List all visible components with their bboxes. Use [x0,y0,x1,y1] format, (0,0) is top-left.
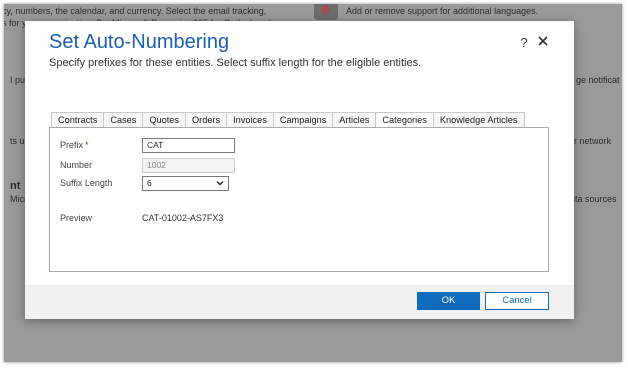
tab-quotes[interactable]: Quotes [142,112,186,127]
dialog-footer: OK Cancel [25,285,574,319]
tab-knowledge-articles[interactable]: Knowledge Articles [432,112,525,127]
chevron-down-icon [216,181,224,186]
suffix-length-select[interactable]: 6 [142,176,229,191]
prefix-label: Prefix * [60,140,89,150]
tab-cases[interactable]: Cases [103,112,144,127]
dialog-subtitle: Specify prefixes for these entities. Sel… [49,57,422,69]
background-tile-icon [314,4,338,20]
cancel-button[interactable]: Cancel [485,292,549,310]
background-text: ata sources [570,194,617,204]
auto-numbering-dialog: Set Auto-Numbering Specify prefixes for … [25,21,574,319]
tab-panel: Prefix * CAT Number 1002 Suffix Length 6 … [49,127,549,272]
close-button[interactable] [535,33,551,49]
tab-categories[interactable]: Categories [375,112,434,127]
tab-invoices[interactable]: Invoices [226,112,274,127]
preview-value: CAT-01002-AS7FX3 [142,213,224,223]
prefix-input[interactable]: CAT [142,138,235,153]
tab-contracts[interactable]: Contracts [51,112,105,127]
help-button[interactable]: ? [517,35,531,50]
ok-button[interactable]: OK [417,292,480,310]
tab-orders[interactable]: Orders [185,112,228,127]
preview-label: Preview [60,213,93,223]
suffix-length-label: Suffix Length [60,178,113,188]
background-text: cy, numbers, the calendar, and currency.… [4,6,267,16]
background-text: Add or remove support for additional lan… [346,6,539,16]
suffix-length-value: 6 [147,178,152,188]
tab-campaigns[interactable]: Campaigns [272,112,334,127]
dialog-title: Set Auto-Numbering [49,31,230,53]
number-field: 1002 [142,158,235,173]
close-icon [538,36,548,46]
background-text: ts u [10,136,25,146]
background-text: I pu [10,75,26,85]
tab-articles[interactable]: Articles [332,112,377,127]
background-text: ge notificat [576,75,620,85]
background-heading: nt [10,180,21,192]
entity-tabs: Contracts Cases Quotes Orders Invoices C… [51,112,525,127]
number-label: Number [60,160,93,170]
required-marker: * [85,140,89,150]
